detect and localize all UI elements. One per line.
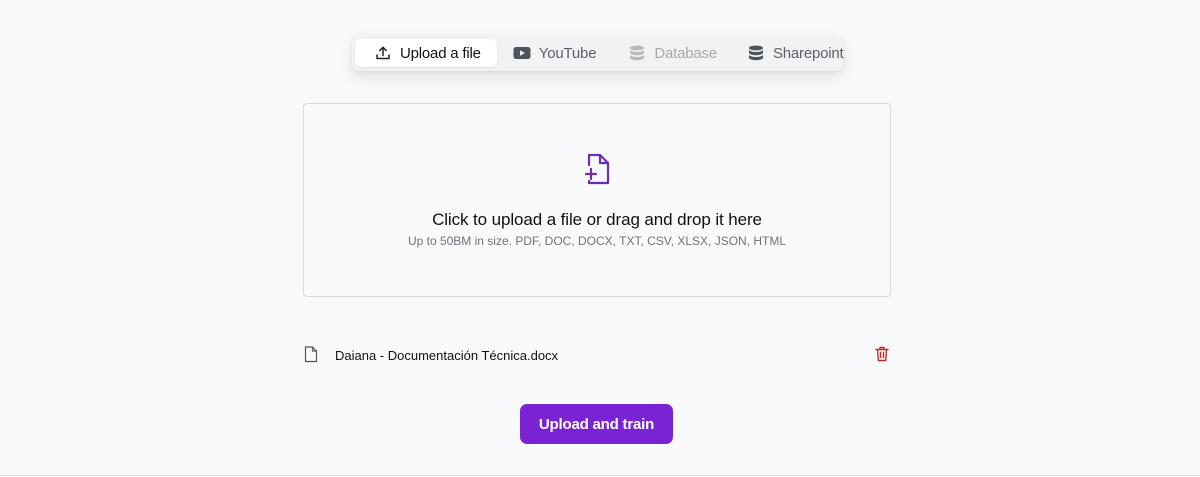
tab-label: Sharepoint bbox=[772, 44, 844, 62]
trash-icon[interactable] bbox=[875, 346, 891, 364]
file-name: Daiana - Documentación Técnica.docx bbox=[335, 347, 559, 363]
upload-and-train-button[interactable]: Upload and train bbox=[520, 404, 673, 444]
youtube-icon bbox=[513, 44, 531, 62]
tab-upload-file[interactable]: Upload a file bbox=[355, 39, 497, 67]
database-icon bbox=[747, 44, 765, 62]
database-icon bbox=[628, 44, 646, 62]
upload-icon bbox=[374, 44, 392, 62]
tab-sharepoint[interactable]: Sharepoint bbox=[733, 39, 858, 67]
dropzone-title: Click to upload a file or drag and drop … bbox=[432, 210, 762, 229]
dropzone-subtitle: Up to 50BM in size. PDF, DOC, DOCX, TXT,… bbox=[407, 234, 787, 248]
bottom-divider bbox=[0, 475, 1200, 476]
tab-label: Upload a file bbox=[400, 44, 481, 62]
tab-database[interactable]: Database bbox=[614, 39, 731, 67]
tab-youtube[interactable]: YouTube bbox=[499, 39, 611, 67]
tab-label: Database bbox=[654, 44, 717, 62]
file-dropzone[interactable]: Click to upload a file or drag and drop … bbox=[303, 103, 891, 297]
tab-label: YouTube bbox=[538, 44, 597, 62]
file-list-item: Daiana - Documentación Técnica.docx bbox=[303, 343, 891, 367]
file-icon bbox=[304, 346, 320, 364]
file-plus-icon bbox=[583, 152, 613, 186]
source-tabs: Upload a file YouTube Database Sharepoin… bbox=[352, 35, 844, 71]
